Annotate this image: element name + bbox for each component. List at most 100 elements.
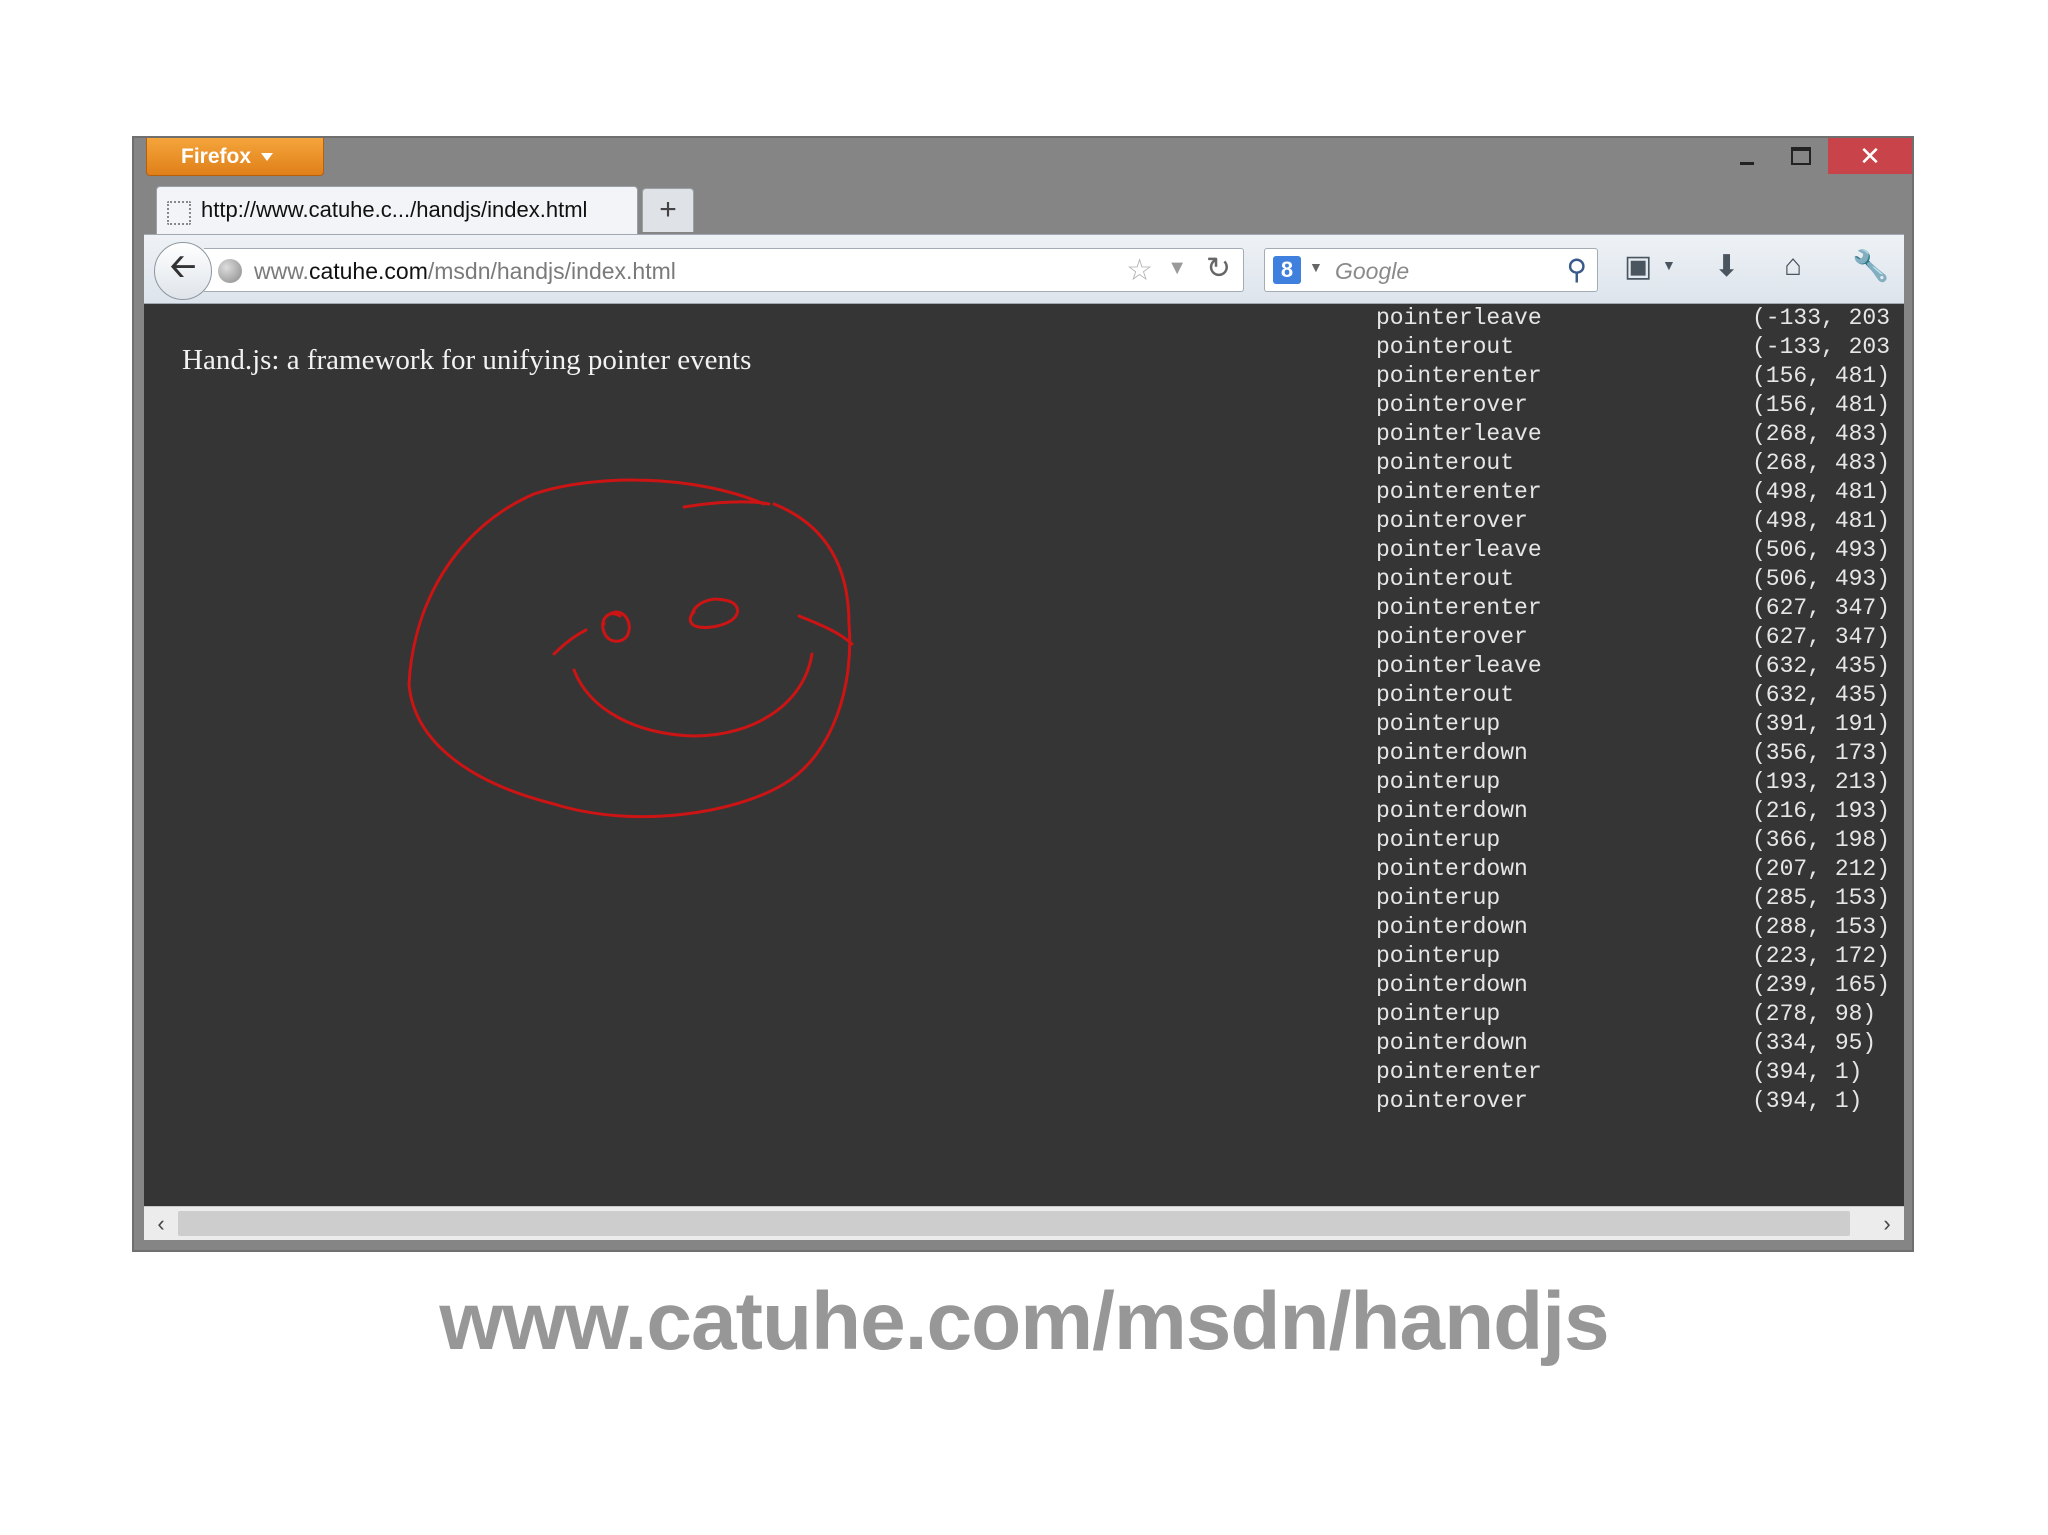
right-eye-stroke <box>688 597 740 629</box>
maximize-button[interactable] <box>1774 138 1828 174</box>
log-event-name: pointerout <box>1376 334 1515 360</box>
log-coordinates: (268, 483) <box>1752 450 1891 476</box>
browser-window: Firefox ✕ http://www.catuhe.c.../handjs/… <box>132 136 1914 1252</box>
log-event-name: pointerenter <box>1376 363 1542 389</box>
magnifier-icon[interactable]: ⚲ <box>1566 253 1587 286</box>
maximize-icon <box>1791 147 1811 165</box>
log-row: pointerup (278, 98) <box>1376 1000 1904 1029</box>
face-outline-stroke <box>407 478 852 819</box>
log-coordinates: (356, 173) <box>1752 740 1891 766</box>
log-event-name: pointerup <box>1376 1001 1501 1027</box>
log-row: pointerup (366, 198) <box>1376 826 1904 855</box>
log-coordinates: (506, 493) <box>1752 566 1891 592</box>
log-coordinates: (498, 481) <box>1752 508 1891 534</box>
log-event-name: pointerleave <box>1376 305 1542 331</box>
search-placeholder: Google <box>1335 258 1410 284</box>
left-eye-stroke <box>601 610 631 643</box>
log-coordinates: (223, 172) <box>1752 943 1891 969</box>
log-event-name: pointerup <box>1376 943 1501 969</box>
page-favicon-icon <box>167 201 191 225</box>
log-event-name: pointerdown <box>1376 972 1528 998</box>
url-prefix: www. <box>254 258 309 284</box>
url-text[interactable]: www.catuhe.com/msdn/handjs/index.html <box>254 258 676 285</box>
wrench-icon[interactable]: 🔧 <box>1852 249 1889 284</box>
log-row: pointerenter (498, 481) <box>1376 478 1904 507</box>
log-row: pointerup (223, 172) <box>1376 942 1904 971</box>
face-top-stroke <box>682 500 771 509</box>
address-bar[interactable]: www.catuhe.com/msdn/handjs/index.html ☆ … <box>204 248 1244 292</box>
minimize-icon <box>1740 161 1754 165</box>
browser-tab[interactable]: http://www.catuhe.c.../handjs/index.html <box>156 186 638 234</box>
log-event-name: pointerout <box>1376 450 1515 476</box>
bookmarks-icon[interactable]: ▣ <box>1624 249 1652 284</box>
log-row: pointerleave (268, 483) <box>1376 420 1904 449</box>
log-event-name: pointerover <box>1376 624 1528 650</box>
new-tab-button[interactable]: + <box>642 188 694 232</box>
bookmarks-dropdown-icon[interactable]: ▼ <box>1662 257 1676 273</box>
log-coordinates: (216, 193) <box>1752 798 1891 824</box>
search-bar[interactable]: 8 ▼ Google ⚲ <box>1264 248 1598 292</box>
log-event-name: pointerup <box>1376 885 1501 911</box>
log-coordinates: (207, 212) <box>1752 856 1891 882</box>
log-event-name: pointerenter <box>1376 1059 1542 1085</box>
log-row: pointerdown (288, 153) <box>1376 913 1904 942</box>
download-icon[interactable]: ⬇ <box>1714 249 1739 284</box>
slide-caption: www.catuhe.com/msdn/handjs <box>439 1276 1609 1367</box>
search-engine-icon[interactable]: 8 <box>1273 256 1301 284</box>
log-row: pointerdown (207, 212) <box>1376 855 1904 884</box>
log-event-name: pointerdown <box>1376 1030 1528 1056</box>
log-coordinates: (366, 198) <box>1752 827 1891 853</box>
log-event-name: pointerup <box>1376 769 1501 795</box>
navigation-toolbar: www.catuhe.com/msdn/handjs/index.html ☆ … <box>144 234 1904 304</box>
close-icon: ✕ <box>1859 140 1881 171</box>
firefox-menu-button[interactable]: Firefox <box>146 138 324 176</box>
log-event-name: pointerdown <box>1376 856 1528 882</box>
log-row: pointerdown (334, 95) <box>1376 1029 1904 1058</box>
minimize-button[interactable] <box>1720 138 1774 174</box>
log-event-name: pointerenter <box>1376 595 1542 621</box>
window-controls: ✕ <box>1720 138 1912 174</box>
back-button[interactable]: 🡠 <box>154 242 212 300</box>
log-coordinates: (278, 98) <box>1752 1001 1877 1027</box>
log-row: pointerup (391, 191) <box>1376 710 1904 739</box>
globe-icon <box>218 259 242 283</box>
log-row: pointerdown (356, 173) <box>1376 739 1904 768</box>
scroll-thumb[interactable] <box>178 1211 1850 1236</box>
close-button[interactable]: ✕ <box>1828 138 1912 174</box>
page-content[interactable]: Hand.js: a framework for unifying pointe… <box>144 304 1904 1206</box>
scroll-left-icon[interactable]: ‹ <box>144 1207 178 1240</box>
log-row: pointerover (394, 1) <box>1376 1087 1904 1116</box>
log-row: pointerenter (627, 347) <box>1376 594 1904 623</box>
log-coordinates: (-133, 203 <box>1752 305 1891 331</box>
log-row: pointerdown (216, 193) <box>1376 797 1904 826</box>
log-row: pointerover (498, 481) <box>1376 507 1904 536</box>
log-event-name: pointerleave <box>1376 537 1542 563</box>
scroll-right-icon[interactable]: › <box>1870 1207 1904 1240</box>
search-engine-dropdown-icon[interactable]: ▼ <box>1309 259 1323 275</box>
log-coordinates: (391, 191) <box>1752 711 1891 737</box>
home-icon[interactable]: ⌂ <box>1784 249 1802 283</box>
log-coordinates: (288, 153) <box>1752 914 1891 940</box>
page-title: Hand.js: a framework for unifying pointe… <box>182 344 752 376</box>
log-coordinates: (498, 481) <box>1752 479 1891 505</box>
log-row: pointerdown (239, 165) <box>1376 971 1904 1000</box>
horizontal-scrollbar[interactable]: ‹ › <box>144 1206 1904 1240</box>
log-event-name: pointerenter <box>1376 479 1542 505</box>
log-event-name: pointerover <box>1376 508 1528 534</box>
log-row: pointerup (285, 153) <box>1376 884 1904 913</box>
log-event-name: pointerleave <box>1376 421 1542 447</box>
log-coordinates: (627, 347) <box>1752 624 1891 650</box>
log-coordinates: (268, 483) <box>1752 421 1891 447</box>
chevron-down-icon <box>261 153 274 162</box>
log-coordinates: (627, 347) <box>1752 595 1891 621</box>
left-cheek-stroke <box>552 628 588 656</box>
reload-icon[interactable]: ↻ <box>1206 251 1231 286</box>
log-coordinates: (506, 493) <box>1752 537 1891 563</box>
log-coordinates: (394, 1) <box>1752 1059 1863 1085</box>
tab-title: http://www.catuhe.c.../handjs/index.html <box>201 197 588 222</box>
firefox-menu-label: Firefox <box>181 145 252 168</box>
bookmark-star-icon[interactable]: ☆ <box>1126 253 1153 288</box>
url-host: catuhe.com <box>308 258 428 284</box>
history-dropdown-icon[interactable]: ▼ <box>1167 257 1187 280</box>
log-coordinates: (632, 435) <box>1752 653 1891 679</box>
